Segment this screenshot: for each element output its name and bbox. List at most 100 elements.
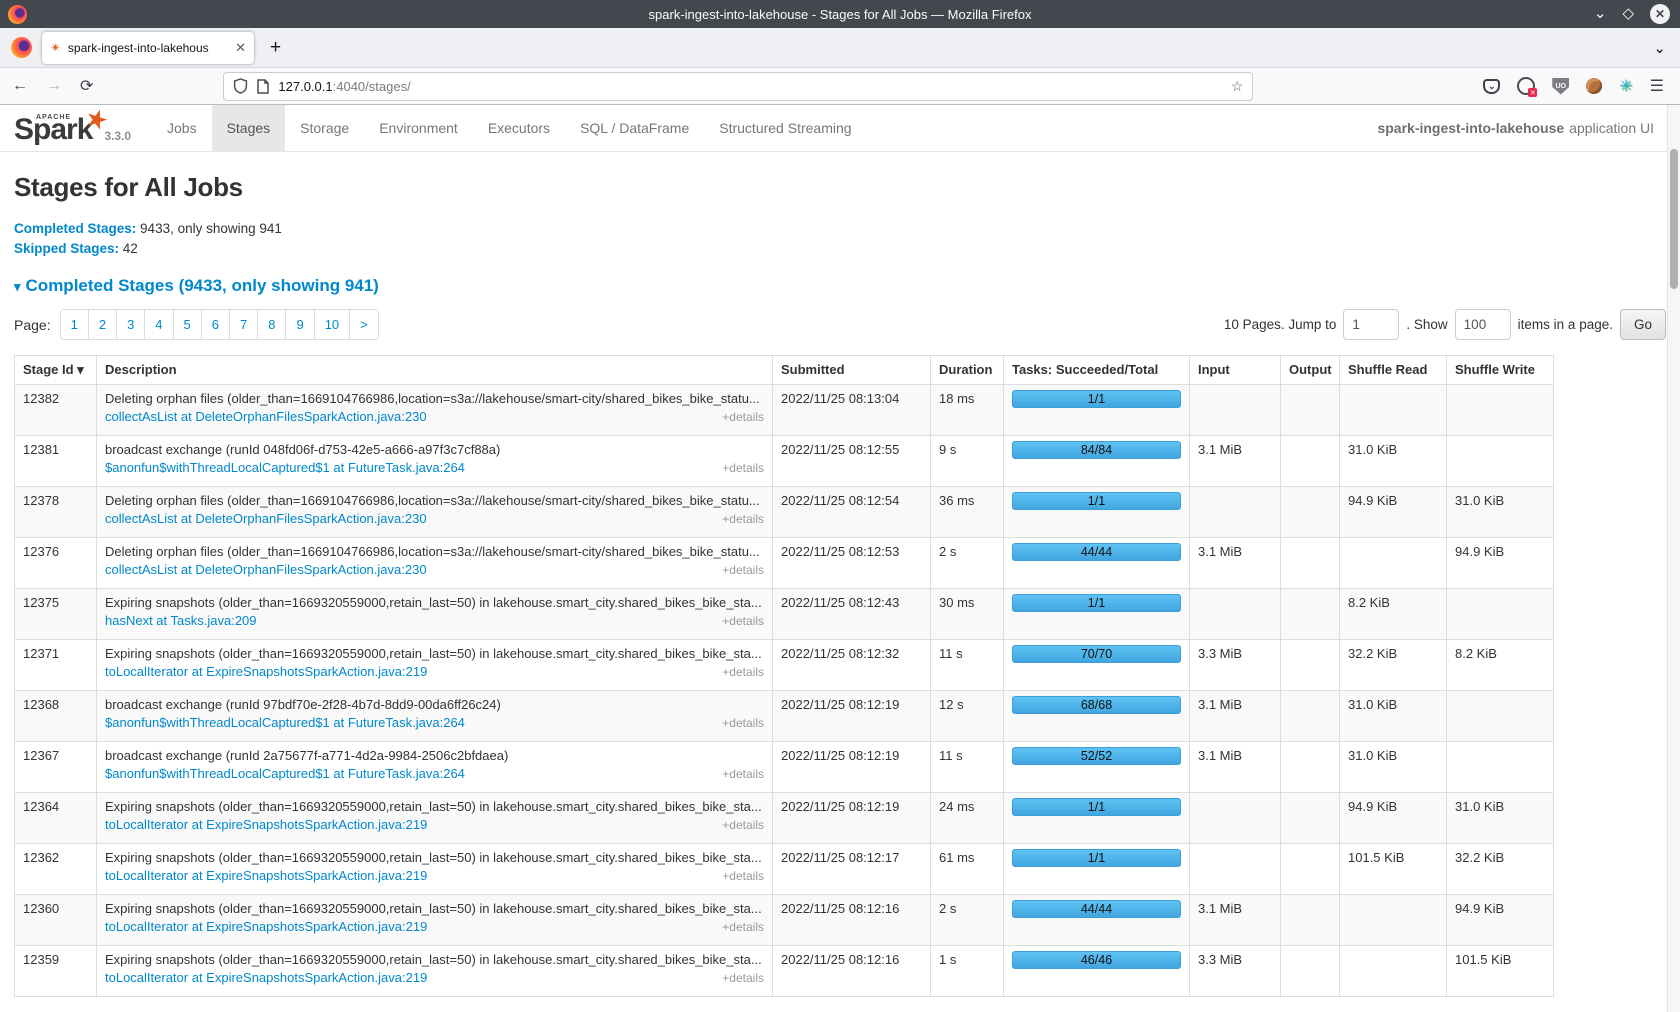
completed-stages-summary: Completed Stages: 9433, only showing 941 [14,219,1666,239]
details-toggle[interactable]: +details [722,716,764,730]
input-cell: 3.3 MiB [1190,640,1281,691]
shield-icon[interactable] [233,78,248,94]
page-button-5[interactable]: 5 [174,309,202,340]
nav-item-stages[interactable]: Stages [212,105,286,151]
page-button-3[interactable]: 3 [117,309,145,340]
details-toggle[interactable]: +details [722,410,764,424]
stage-callsite-link[interactable]: $anonfun$withThreadLocalCaptured$1 at Fu… [105,715,465,730]
tab-close-icon[interactable]: ✕ [235,40,246,56]
column-header-shuffle-write[interactable]: Shuffle Write [1447,356,1554,385]
details-toggle[interactable]: +details [722,869,764,883]
details-toggle[interactable]: +details [722,971,764,985]
stage-callsite-link[interactable]: $anonfun$withThreadLocalCaptured$1 at Fu… [105,766,465,781]
submitted-cell: 2022/11/25 08:12:19 [773,691,931,742]
bookmark-star-icon[interactable]: ☆ [1231,78,1244,95]
progress-bar: 1/1 [1012,390,1181,408]
details-toggle[interactable]: +details [722,512,764,526]
page-button-4[interactable]: 4 [145,309,173,340]
spark-logo[interactable]: APACHE Spark ★ 3.3.0 [0,105,152,151]
url-bar[interactable]: 127.0.0.1:4040/stages/ ☆ [223,72,1253,101]
column-header-duration[interactable]: Duration [931,356,1004,385]
page-button-8[interactable]: 8 [258,309,286,340]
extension-asterisk-icon[interactable]: ✳ [1619,76,1632,96]
go-button[interactable]: Go [1620,309,1666,340]
reload-button[interactable]: ⟳ [80,76,93,96]
ublock-origin-icon[interactable]: UO [1552,78,1569,95]
column-header-tasks-succeeded-total[interactable]: Tasks: Succeeded/Total [1004,356,1190,385]
pocket-icon[interactable]: ⌄ [1483,79,1500,94]
page-button-2[interactable]: 2 [89,309,117,340]
shuffle-read-cell: 101.5 KiB [1340,844,1447,895]
completed-stages-label[interactable]: Completed Stages: [14,221,136,236]
nav-item-environment[interactable]: Environment [364,105,473,151]
scrollbar-thumb[interactable] [1670,149,1678,289]
page-button-10[interactable]: 10 [315,309,350,340]
stage-callsite-link[interactable]: $anonfun$withThreadLocalCaptured$1 at Fu… [105,460,465,475]
skipped-stages-label[interactable]: Skipped Stages: [14,241,119,256]
stage-callsite-link[interactable]: hasNext at Tasks.java:209 [105,613,257,628]
page-scrollbar[interactable] [1667,105,1680,1012]
column-header-description[interactable]: Description [97,356,773,385]
stage-callsite-link[interactable]: toLocalIterator at ExpireSnapshotsSparkA… [105,868,427,883]
stage-description-cell: Expiring snapshots (older_than=166932055… [97,793,773,844]
table-row: 12376Deleting orphan files (older_than=1… [15,538,1554,589]
stage-callsite-link[interactable]: collectAsList at DeleteOrphanFilesSparkA… [105,409,427,424]
page-button-next[interactable]: > [350,309,379,340]
account-profile-icon[interactable] [1517,77,1535,95]
nav-item-structured-streaming[interactable]: Structured Streaming [704,105,866,151]
page-button-9[interactable]: 9 [286,309,314,340]
details-toggle[interactable]: +details [722,818,764,832]
stage-callsite-link[interactable]: toLocalIterator at ExpireSnapshotsSparkA… [105,970,427,985]
minimize-button[interactable]: ⌄ [1594,4,1607,24]
page-button-6[interactable]: 6 [202,309,230,340]
browser-tab[interactable]: ✴ spark-ingest-into-lakehous ✕ [42,32,254,64]
details-toggle[interactable]: +details [722,461,764,475]
back-button[interactable]: ← [12,77,28,95]
items-per-page-label: items in a page. [1518,317,1613,332]
items-per-page-input[interactable] [1455,309,1511,340]
details-toggle[interactable]: +details [722,920,764,934]
stage-callsite-link[interactable]: collectAsList at DeleteOrphanFilesSparkA… [105,562,427,577]
details-toggle[interactable]: +details [722,614,764,628]
close-button[interactable]: ✕ [1650,4,1670,24]
shuffle-write-cell: 94.9 KiB [1447,895,1554,946]
column-header-output[interactable]: Output [1281,356,1340,385]
shuffle-read-cell: 94.9 KiB [1340,487,1447,538]
new-tab-button[interactable]: + [270,37,281,59]
column-header-input[interactable]: Input [1190,356,1281,385]
details-toggle[interactable]: +details [722,665,764,679]
forward-button[interactable]: → [46,77,62,95]
shuffle-read-cell [1340,385,1447,436]
page-button-7[interactable]: 7 [230,309,258,340]
stage-callsite-link[interactable]: toLocalIterator at ExpireSnapshotsSparkA… [105,664,427,679]
list-tabs-chevron-icon[interactable]: ⌄ [1653,39,1666,57]
maximize-button[interactable]: ◇ [1622,4,1634,24]
page-info-icon[interactable] [257,79,269,94]
progress-bar: 44/44 [1012,543,1181,561]
submitted-cell: 2022/11/25 08:12:19 [773,742,931,793]
details-toggle[interactable]: +details [722,767,764,781]
completed-stages-section-toggle[interactable]: ▾Completed Stages (9433, only showing 94… [14,276,1666,296]
table-row: 12371Expiring snapshots (older_than=1669… [15,640,1554,691]
stage-description-text: broadcast exchange (runId 97bdf70e-2f28-… [105,697,764,712]
nav-item-executors[interactable]: Executors [473,105,565,151]
table-row: 12368broadcast exchange (runId 97bdf70e-… [15,691,1554,742]
details-toggle[interactable]: +details [722,563,764,577]
nav-item-storage[interactable]: Storage [285,105,364,151]
jump-to-page-input[interactable] [1343,309,1399,340]
hamburger-menu-icon[interactable]: ☰ [1650,76,1664,96]
column-header-shuffle-read[interactable]: Shuffle Read [1340,356,1447,385]
cookie-extension-icon[interactable] [1586,78,1602,94]
column-header-submitted[interactable]: Submitted [773,356,931,385]
page-button-1[interactable]: 1 [60,309,89,340]
table-row: 12375Expiring snapshots (older_than=1669… [15,589,1554,640]
stage-callsite-link[interactable]: toLocalIterator at ExpireSnapshotsSparkA… [105,919,427,934]
stage-callsite-link[interactable]: toLocalIterator at ExpireSnapshotsSparkA… [105,817,427,832]
stage-description-text: broadcast exchange (runId 048fd06f-d753-… [105,442,764,457]
application-name: spark-ingest-into-lakehouse [1377,120,1564,136]
nav-item-jobs[interactable]: Jobs [152,105,212,151]
nav-item-sql-dataframe[interactable]: SQL / DataFrame [565,105,704,151]
shuffle-read-cell [1340,946,1447,997]
column-header-stage-id[interactable]: Stage Id ▾ [15,356,97,385]
stage-callsite-link[interactable]: collectAsList at DeleteOrphanFilesSparkA… [105,511,427,526]
